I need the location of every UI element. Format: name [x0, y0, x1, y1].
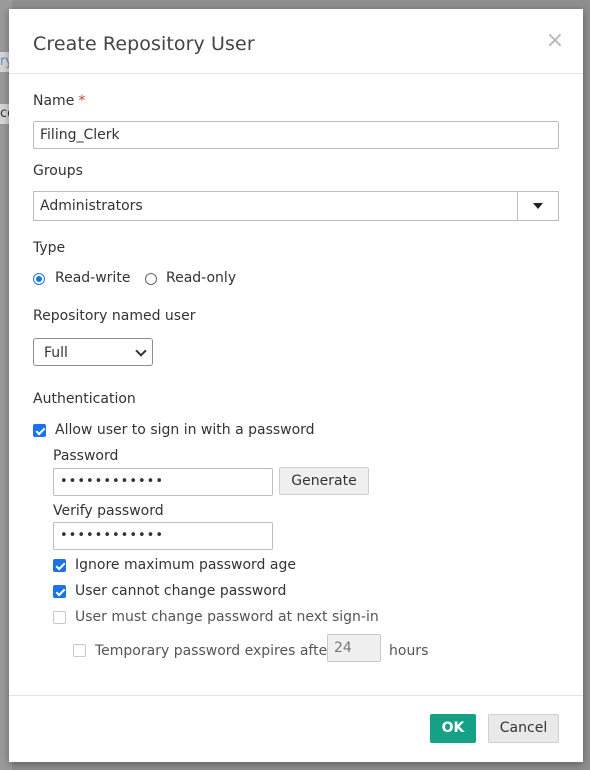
name-input[interactable] [33, 121, 559, 149]
radio-read-only-label[interactable]: Read-only [166, 270, 236, 286]
password-input[interactable]: •••••••••••• [53, 468, 273, 496]
verify-password-label: Verify password [53, 503, 164, 519]
close-icon[interactable]: × [545, 30, 565, 52]
type-label: Type [33, 240, 66, 256]
cancel-button[interactable]: Cancel [488, 714, 559, 743]
temp-expires-checkbox[interactable] [73, 644, 86, 657]
allow-password-label[interactable]: Allow user to sign in with a password [55, 422, 315, 438]
named-user-selected-value: Full [44, 345, 68, 361]
password-label: Password [53, 448, 119, 464]
groups-selected-value: Administrators [40, 198, 143, 214]
temp-expires-hours-input[interactable]: 24 [327, 634, 381, 662]
groups-select[interactable]: Administrators [33, 191, 559, 221]
allow-password-checkbox[interactable] [33, 424, 46, 437]
ignore-max-age-label[interactable]: Ignore maximum password age [75, 557, 296, 573]
required-mark: * [78, 93, 86, 109]
create-repository-user-dialog: Create Repository User × Name* Groups Ad… [9, 9, 583, 762]
name-label-text: Name [33, 93, 75, 109]
must-change-label[interactable]: User must change password at next sign-i… [75, 609, 379, 625]
radio-read-write[interactable] [33, 273, 45, 285]
groups-dropdown-button[interactable] [517, 192, 558, 220]
named-user-select[interactable]: Full [33, 338, 153, 366]
verify-password-input[interactable]: •••••••••••• [53, 522, 273, 550]
dialog-title: Create Repository User [33, 33, 255, 55]
cannot-change-label[interactable]: User cannot change password [75, 583, 286, 599]
cannot-change-checkbox[interactable] [53, 585, 66, 598]
hours-unit-label: hours [389, 643, 429, 659]
radio-read-write-label[interactable]: Read-write [55, 270, 130, 286]
named-user-label: Repository named user [33, 308, 196, 324]
chevron-down-icon [135, 345, 147, 357]
groups-label: Groups [33, 163, 83, 179]
temp-expires-label[interactable]: Temporary password expires after [95, 643, 333, 659]
footer-divider [9, 695, 583, 696]
ignore-max-age-checkbox[interactable] [53, 559, 66, 572]
caret-down-icon [533, 203, 543, 209]
dialog-header: Create Repository User × [9, 9, 583, 74]
radio-read-only[interactable] [145, 273, 157, 285]
authentication-label: Authentication [33, 391, 136, 407]
name-label: Name * [33, 93, 85, 109]
generate-button[interactable]: Generate [279, 467, 369, 495]
must-change-checkbox[interactable] [53, 611, 66, 624]
ok-button[interactable]: OK [430, 714, 476, 743]
